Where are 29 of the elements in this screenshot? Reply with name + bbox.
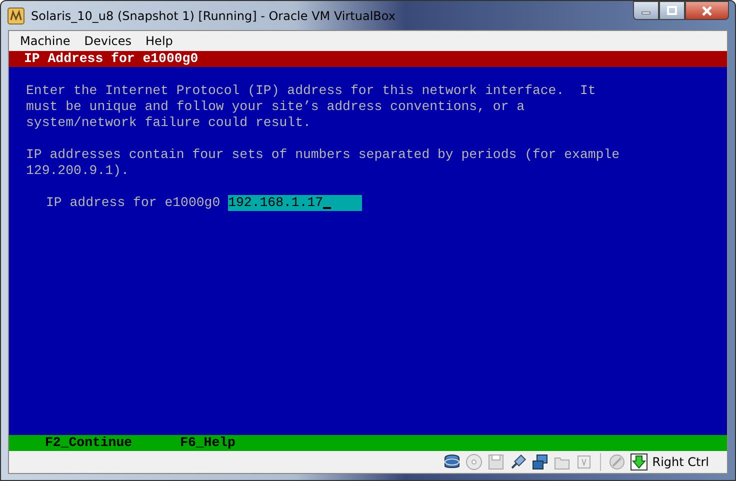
function-key-hint: F2_Continue bbox=[45, 435, 132, 451]
maximize-button[interactable] bbox=[659, 1, 685, 20]
close-button[interactable] bbox=[685, 1, 729, 20]
maximize-icon bbox=[667, 6, 677, 15]
down-arrow-icon bbox=[630, 453, 648, 471]
network-icon bbox=[531, 453, 550, 471]
screen-heading: IP Address for e1000g0 bbox=[24, 51, 198, 67]
hard-disk-icon bbox=[443, 453, 462, 471]
field-label: IP address for e1000g0 bbox=[46, 195, 220, 211]
console-text: Enter the Internet Protocol (IP) address for this network interface. It bbox=[26, 83, 597, 99]
usb-plug-icon bbox=[509, 453, 528, 471]
console-text: IP addresses contain four sets of numbers separated by periods (for example bbox=[26, 147, 621, 163]
menu-item[interactable]: Machine bbox=[13, 34, 78, 48]
menu-item[interactable]: Help bbox=[138, 34, 180, 48]
console-text: system/network failure could result. bbox=[26, 115, 312, 131]
function-key-hint: F6_Help bbox=[180, 435, 236, 451]
close-icon bbox=[701, 6, 713, 16]
console-text: must be unique and follow your site’s address conventions, or a bbox=[26, 99, 526, 115]
ip-address-field[interactable]: 192.168.1.17 bbox=[228, 195, 362, 211]
chip-icon bbox=[575, 453, 594, 471]
minimize-button[interactable] bbox=[633, 1, 659, 20]
console-text: 129.200.9.1). bbox=[26, 163, 130, 179]
window-title: Solaris_10_u8 (Snapshot 1) [Running] - Oracle VM VirtualBox bbox=[31, 8, 396, 22]
mouse-icon bbox=[608, 453, 626, 471]
app-icon bbox=[7, 6, 25, 24]
disc-icon bbox=[465, 453, 484, 471]
menu-item[interactable]: Devices bbox=[77, 34, 139, 48]
host-key-label: Right Ctrl bbox=[652, 455, 709, 469]
text-cursor bbox=[323, 207, 332, 209]
